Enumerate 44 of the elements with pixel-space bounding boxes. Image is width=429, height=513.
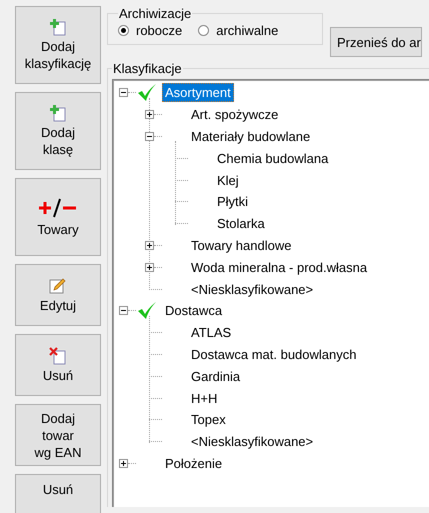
tree-item[interactable]: Chemia budowlana	[214, 148, 332, 168]
tree-item[interactable]: Woda mineralna - prod.własna	[188, 258, 370, 277]
add-page-icon	[49, 104, 67, 122]
check-icon	[137, 84, 157, 102]
move-button[interactable]: Przenieś do ar	[330, 27, 422, 57]
tree-item[interactable]: H+H	[188, 388, 220, 408]
radio-option[interactable]: archiwalne	[198, 23, 278, 38]
expand-icon[interactable]	[119, 458, 128, 468]
collapse-icon[interactable]	[145, 132, 154, 141]
group-title: Archiwizacje	[118, 6, 192, 21]
radio-option[interactable]: robocze	[118, 23, 182, 38]
delete-page-icon	[49, 346, 67, 364]
tree-item[interactable]: Dostawca mat. budowlanych	[188, 344, 360, 364]
tree-item[interactable]: <Niesklasyfikowane>	[188, 432, 316, 452]
side-button[interactable]: Towary	[15, 178, 101, 256]
collapse-icon[interactable]	[119, 306, 128, 316]
side-button[interactable]: Dodaj towar wg EAN	[15, 404, 101, 466]
tree-item[interactable]: ATLAS	[188, 323, 234, 342]
tree-item[interactable]: Płytki	[214, 192, 252, 212]
side-button[interactable]: Usuń	[15, 334, 101, 396]
tree-item[interactable]: Art. spożywcze	[188, 105, 282, 124]
tree-item[interactable]: Towary handlowe	[188, 236, 294, 255]
tree-item[interactable]: <Niesklasyfikowane>	[188, 280, 316, 299]
expand-icon[interactable]	[145, 240, 154, 250]
side-button[interactable]: Edytuj	[15, 264, 101, 326]
pencil-note-icon	[49, 276, 67, 294]
tree-item[interactable]: Klej	[214, 170, 242, 190]
tree-item[interactable]: Asortyment	[162, 83, 234, 102]
tree-item[interactable]: Położenie	[162, 454, 226, 473]
collapse-icon[interactable]	[119, 88, 128, 98]
check-icon	[137, 302, 157, 320]
add-page-icon	[49, 18, 67, 36]
group-title: Klasyfikacje	[112, 61, 183, 76]
expand-icon[interactable]	[145, 110, 154, 120]
side-button[interactable]: Dodaj klasę	[15, 92, 101, 170]
side-button[interactable]: Usuń	[15, 474, 101, 513]
tree-item[interactable]: Stolarka	[214, 214, 268, 234]
tree-item[interactable]: Topex	[188, 410, 229, 430]
expand-icon[interactable]	[145, 262, 154, 272]
tree-item[interactable]: Dostawca	[162, 301, 226, 320]
plus-minus-icon	[38, 196, 78, 218]
side-button[interactable]: Dodaj klasyfikację	[15, 6, 101, 84]
tree-item[interactable]: Gardinia	[188, 366, 244, 386]
tree-item[interactable]: Materiały budowlane	[188, 126, 314, 146]
